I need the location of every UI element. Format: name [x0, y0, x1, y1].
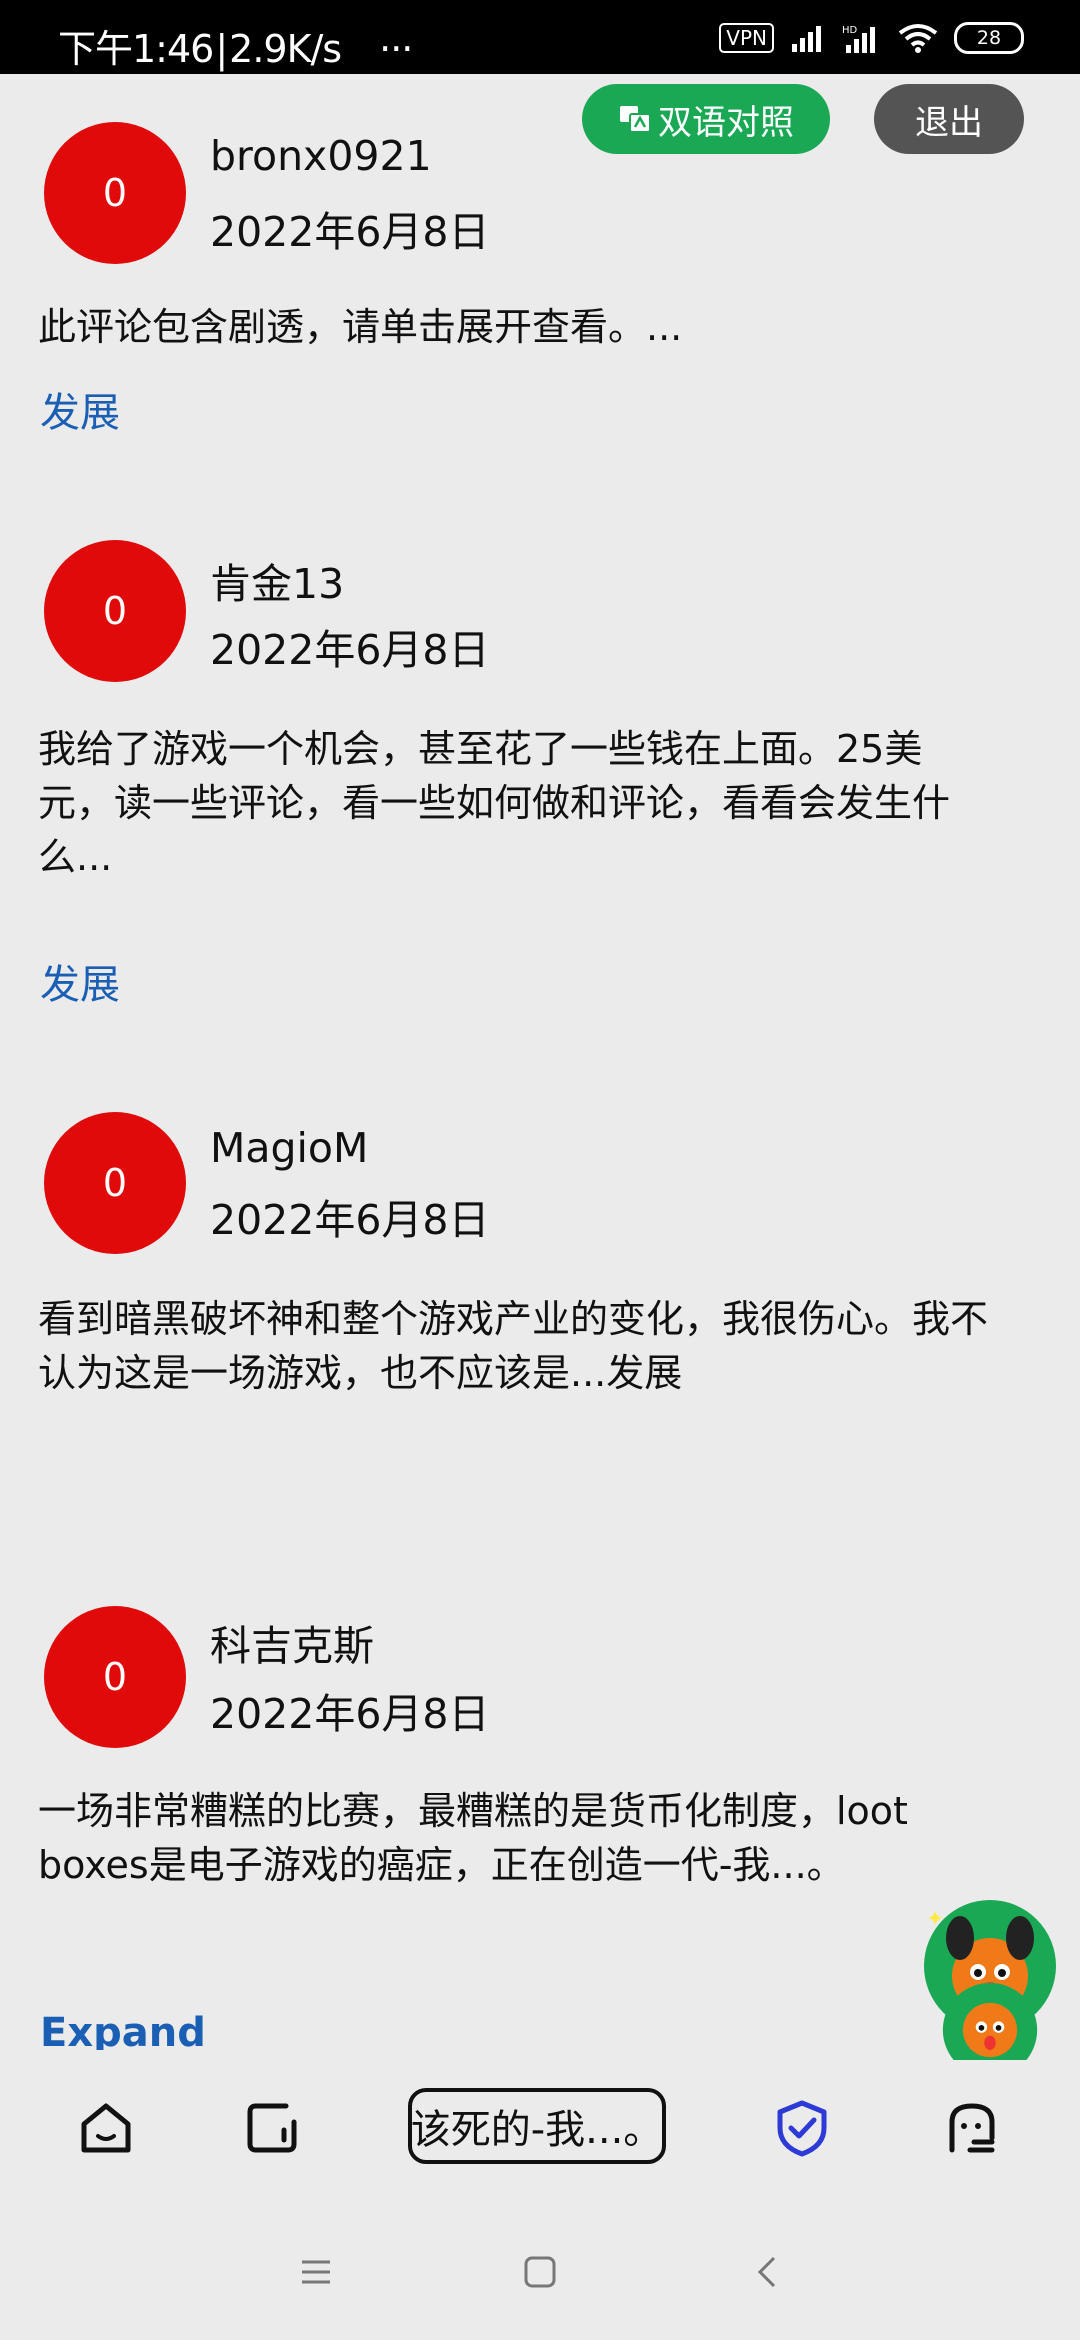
- review-text: 我给了游戏一个机会，甚至花了一些钱在上面。25美元，读一些评论，看一些如何做和评…: [38, 727, 951, 879]
- review-username: 科吉克斯: [210, 1622, 374, 1670]
- avatar: 0: [44, 540, 186, 682]
- vpn-badge: VPN: [719, 23, 774, 53]
- review-text: 此评论包含剧透，请单击展开查看。...: [38, 305, 683, 349]
- status-speed: 2.9K/s: [229, 27, 342, 71]
- signal-hd-icon: HD: [842, 25, 875, 53]
- menu-icon[interactable]: [296, 2252, 336, 2292]
- wifi-icon: [898, 24, 938, 53]
- review-text: 一场非常糟糕的比赛，最糟糕的是货币化制度，loot boxes是电子游戏的癌症，…: [38, 1789, 908, 1887]
- top-actions: 双语对照 退出: [582, 84, 1024, 154]
- tabs-icon[interactable]: [242, 2098, 302, 2158]
- svg-text:HD: HD: [842, 25, 858, 36]
- review-date: 2022年6月8日: [210, 1690, 490, 1738]
- review-date: 2022年6月8日: [210, 626, 490, 674]
- translate-icon: [620, 106, 651, 133]
- svg-text:✦: ✦: [926, 1907, 944, 1932]
- review-date: 2022年6月8日: [210, 208, 490, 256]
- avatar: 0: [44, 122, 186, 264]
- exit-button[interactable]: 退出: [874, 84, 1024, 154]
- system-nav: [0, 2230, 1080, 2320]
- bilingual-label: 双语对照: [658, 102, 794, 143]
- avatar: 0: [44, 1112, 186, 1254]
- status-more: ···: [379, 27, 413, 71]
- status-bar: 下午1:46|2.9K/s ··· VPN HD 28: [0, 0, 1080, 74]
- status-separator: |: [215, 27, 228, 71]
- status-left: 下午1:46|2.9K/s ···: [58, 18, 413, 73]
- review-username: 肯金13: [210, 560, 345, 608]
- review-text: 看到暗黑破坏神和整个游戏产业的变化，我很伤心。我不认为这是一场游戏，也不应该是.…: [38, 1297, 989, 1395]
- expand-link[interactable]: 发展: [40, 952, 120, 1010]
- status-right: VPN HD 28: [719, 22, 1024, 54]
- avatar: 0: [44, 1606, 186, 1748]
- status-time: 下午1:46: [58, 27, 214, 71]
- signal-icon: [792, 26, 821, 52]
- shield-icon[interactable]: [772, 2098, 832, 2158]
- bottom-nav: 该死的-我...。: [0, 2060, 1080, 2190]
- bilingual-button[interactable]: 双语对照: [582, 84, 830, 154]
- home-icon[interactable]: [76, 2098, 136, 2158]
- review-username: bronx0921: [210, 132, 432, 180]
- profile-icon[interactable]: [942, 2098, 1002, 2158]
- back-icon[interactable]: [748, 2252, 788, 2292]
- expand-link[interactable]: Expand: [40, 2010, 206, 2050]
- home-square-icon[interactable]: [520, 2252, 560, 2292]
- expand-link[interactable]: 发展: [40, 380, 120, 438]
- review-username: MagioM: [210, 1124, 369, 1172]
- battery-icon: 28: [954, 22, 1024, 54]
- review-date: 2022年6月8日: [210, 1196, 490, 1244]
- search-bar[interactable]: 该死的-我...。: [408, 2088, 666, 2164]
